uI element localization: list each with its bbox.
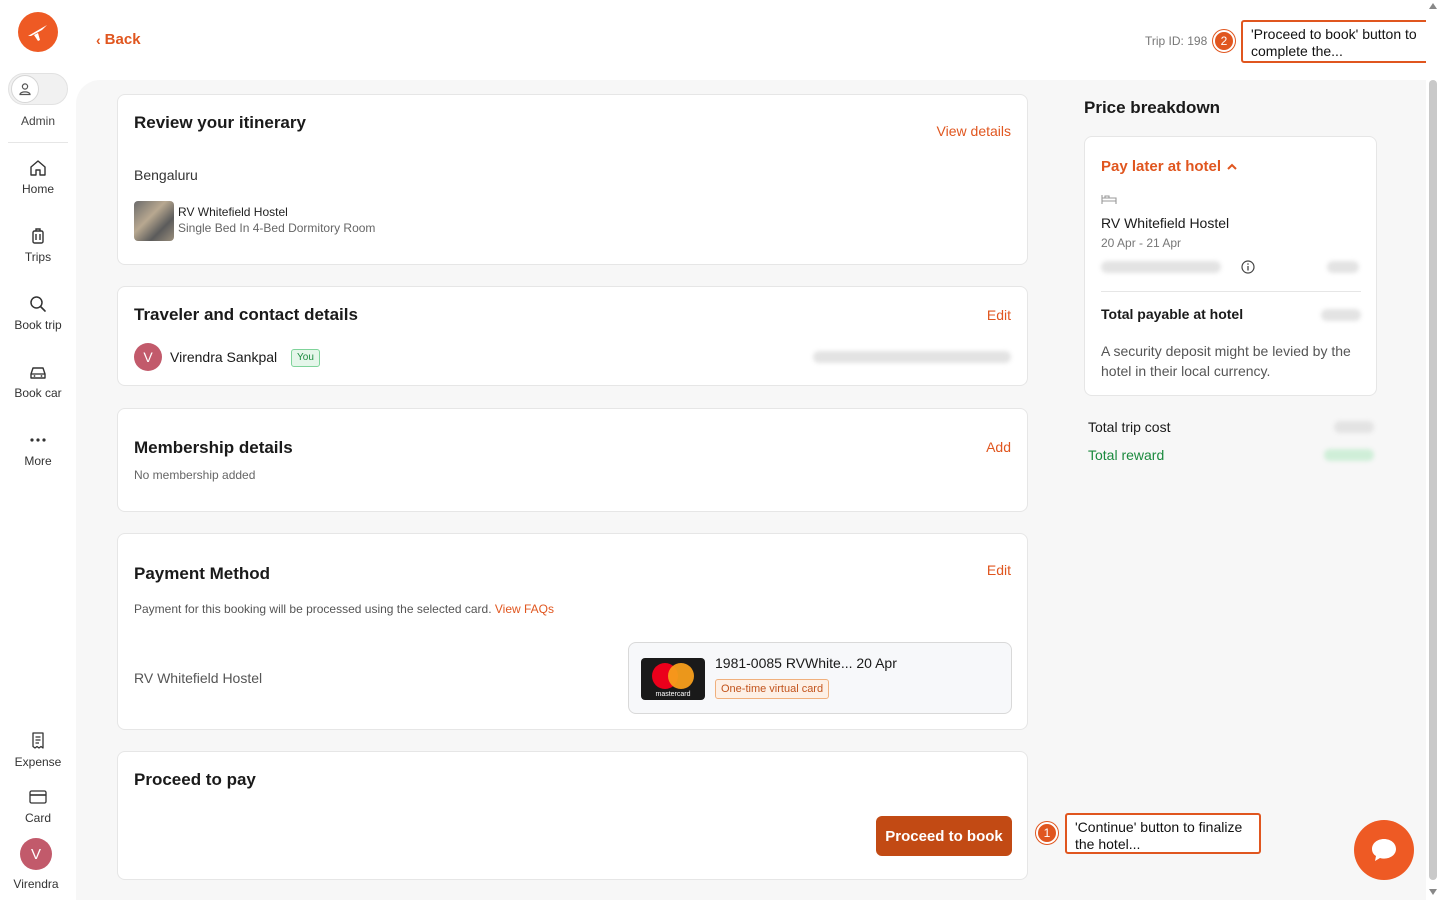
- itinerary-room: Single Bed In 4-Bed Dormitory Room: [178, 221, 376, 235]
- back-label: Back: [104, 31, 141, 48]
- back-button[interactable]: ‹ Back: [96, 31, 141, 48]
- user-icon: [11, 75, 39, 103]
- brand-logo-icon[interactable]: [18, 12, 58, 52]
- itinerary-hotel-name: RV Whitefield Hostel: [178, 205, 288, 219]
- sidebar-item-book-car[interactable]: Book car: [0, 362, 76, 400]
- proceed-to-book-button[interactable]: Proceed to book: [876, 816, 1012, 856]
- traveler-card: Traveler and contact details Edit V Vire…: [117, 286, 1028, 386]
- annotation-badge-1: 1: [1036, 822, 1058, 844]
- sidebar-item-trips[interactable]: Trips: [0, 226, 76, 264]
- sidebar-item-label: Trips: [24, 250, 52, 264]
- total-trip-label: Total trip cost: [1088, 419, 1171, 435]
- virtual-card-badge: One-time virtual card: [715, 679, 830, 699]
- sidebar-item-label: More: [24, 454, 52, 468]
- sidebar-item-label: Card: [24, 811, 51, 825]
- pay-later-toggle[interactable]: Pay later at hotel: [1101, 158, 1237, 175]
- itinerary-card: Review your itinerary View details Benga…: [117, 94, 1028, 265]
- sidebar-item-label: Book car: [14, 386, 62, 400]
- view-faqs-link[interactable]: View FAQs: [495, 602, 554, 616]
- chevron-up-icon: [1227, 163, 1237, 170]
- payment-note: Payment for this booking will be process…: [134, 602, 554, 616]
- chevron-left-icon: ‹: [96, 31, 101, 48]
- sidebar-item-label: Expense: [14, 755, 62, 769]
- scroll-down-arrow-icon[interactable]: [1429, 889, 1437, 895]
- sidebar-item-label: Home: [21, 182, 54, 196]
- itinerary-city: Bengaluru: [134, 167, 198, 183]
- payment-card-selector[interactable]: mastercard 1981-0085 RVWhite... 20 Apr O…: [628, 642, 1012, 714]
- luggage-icon: [32, 228, 44, 244]
- sidebar-item-home[interactable]: Home: [0, 158, 76, 196]
- annotation-tooltip-1: 'Continue' button to finalize the hotel.…: [1065, 813, 1261, 854]
- payment-hotel: RV Whitefield Hostel: [134, 670, 263, 686]
- membership-title: Membership details: [134, 438, 293, 457]
- search-icon: [30, 296, 46, 312]
- itinerary-title: Review your itinerary: [134, 113, 306, 132]
- price-breakdown-title: Price breakdown: [1084, 98, 1221, 117]
- user-name: Virendra: [13, 877, 59, 891]
- scroll-thumb[interactable]: [1429, 80, 1437, 880]
- hotel-thumbnail: [134, 201, 174, 241]
- price-breakdown-card: Pay later at hotel RV Whitefield Hostel …: [1084, 136, 1377, 396]
- sidebar: Admin Home Trips Book trip Book car More…: [0, 0, 76, 900]
- pay-later-label: Pay later at hotel: [1101, 158, 1222, 175]
- total-hotel-label: Total payable at hotel: [1101, 306, 1244, 322]
- proceed-card: Proceed to pay Proceed to book: [117, 751, 1028, 880]
- card-brand-label: mastercard: [655, 691, 691, 698]
- scroll-up-arrow-icon[interactable]: [1429, 3, 1437, 9]
- sidebar-item-book-trip[interactable]: Book trip: [0, 294, 76, 332]
- traveler-edit-link[interactable]: Edit: [987, 307, 1011, 323]
- credit-card-icon: [29, 790, 47, 804]
- more-icon: [30, 438, 46, 442]
- sidebar-item-expense[interactable]: Expense: [0, 731, 76, 769]
- car-icon: [30, 367, 46, 379]
- avatar[interactable]: V: [20, 838, 52, 870]
- sidebar-item-more[interactable]: More: [0, 430, 76, 468]
- traveler-avatar: V: [134, 343, 162, 371]
- mastercard-icon: mastercard: [641, 658, 705, 700]
- sidebar-item-card[interactable]: Card: [0, 787, 76, 825]
- bed-icon: [1101, 195, 1117, 204]
- price-hotel-name: RV Whitefield Hostel: [1101, 215, 1230, 231]
- membership-card: Membership details Add No membership add…: [117, 408, 1028, 512]
- sidebar-divider: [8, 142, 68, 143]
- scrollbar[interactable]: [1426, 0, 1440, 900]
- chat-bubble-icon: [1372, 839, 1396, 861]
- traveler-name: Virendra Sankpal: [170, 349, 278, 365]
- annotation-tooltip-2: 'Proceed to book' button to complete the…: [1241, 20, 1436, 63]
- payment-card: Payment Method Edit Payment for this boo…: [117, 533, 1028, 730]
- info-icon[interactable]: [1241, 260, 1255, 274]
- admin-toggle[interactable]: [8, 73, 68, 105]
- payment-edit-link[interactable]: Edit: [987, 562, 1011, 578]
- annotation-badge-2: 2: [1213, 30, 1235, 52]
- payment-note-text: Payment for this booking will be process…: [134, 602, 492, 616]
- total-trip-redacted: [1334, 421, 1374, 433]
- total-reward-redacted: [1324, 449, 1374, 461]
- trip-id: Trip ID: 198: [1145, 34, 1208, 48]
- total-reward-label: Total reward: [1088, 447, 1165, 463]
- card-title: 1981-0085 RVWhite... 20 Apr: [715, 655, 897, 671]
- price-divider: [1101, 291, 1361, 292]
- price-dates: 20 Apr - 21 Apr: [1101, 236, 1182, 250]
- receipt-icon: [32, 732, 44, 749]
- traveler-title: Traveler and contact details: [134, 305, 358, 324]
- proceed-title: Proceed to pay: [134, 770, 256, 789]
- deposit-note: A security deposit might be levied by th…: [1101, 343, 1351, 379]
- home-icon: [30, 160, 46, 176]
- membership-add-link[interactable]: Add: [986, 439, 1011, 455]
- membership-empty: No membership added: [134, 468, 256, 482]
- sidebar-item-label: Book trip: [14, 318, 62, 332]
- price-amount-redacted: [1327, 261, 1359, 273]
- you-badge: You: [291, 349, 320, 367]
- admin-label: Admin: [20, 114, 55, 128]
- payment-title: Payment Method: [134, 564, 271, 583]
- total-hotel-redacted: [1321, 309, 1361, 321]
- view-details-link[interactable]: View details: [937, 123, 1011, 139]
- chat-button[interactable]: [1354, 820, 1414, 880]
- price-line-redacted: [1101, 261, 1221, 273]
- traveler-email-redacted: [813, 351, 1011, 363]
